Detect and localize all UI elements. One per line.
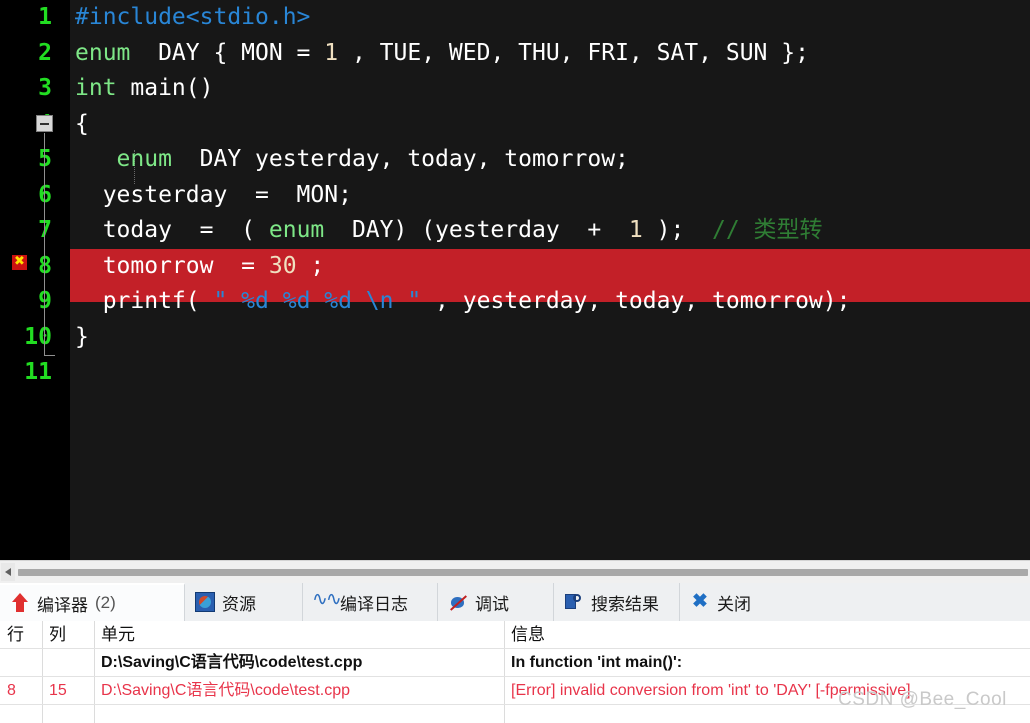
tab-search-results[interactable]: 搜索结果 — [554, 583, 680, 621]
up-arrow-icon — [10, 593, 30, 613]
line-number: 3 — [38, 75, 52, 101]
scrollbar-thumb[interactable] — [18, 569, 1028, 576]
code-line-7[interactable]: today = ( enum DAY) (yesterday + 1 ); //… — [70, 213, 823, 249]
column-divider — [42, 649, 43, 676]
table-row-empty[interactable] — [0, 705, 1030, 723]
line-number: 11 — [24, 359, 52, 385]
tab-compile-log[interactable]: 编译日志 — [303, 583, 438, 621]
column-divider — [504, 677, 505, 704]
fold-toggle-icon[interactable] — [36, 115, 53, 132]
ide-window: 1 2 3 4 5 6 7 8 9 10 11 ✖ #include<stdio… — [0, 0, 1030, 723]
cell-unit: D:\Saving\C语言代码\code\test.cpp — [101, 654, 363, 671]
tab-close[interactable]: ✖ 关闭 — [680, 583, 784, 621]
fold-guide-line — [44, 133, 45, 355]
picture-icon — [195, 592, 215, 612]
tab-close-label: 关闭 — [717, 594, 751, 614]
column-divider — [504, 649, 505, 676]
code-line-6[interactable]: yesterday = MON; — [70, 178, 352, 214]
compiler-results-table[interactable]: 行 列 单元 信息 D:\Saving\C语言代码\code\test.cpp … — [0, 621, 1030, 723]
code-line-5[interactable]: enum DAY yesterday, today, tomorrow; — [70, 142, 629, 178]
code-line-10[interactable]: } — [70, 320, 89, 356]
cell-col: 15 — [49, 682, 67, 699]
cell-msg: [Error] invalid conversion from 'int' to… — [511, 682, 911, 699]
tab-search-results-label: 搜索结果 — [591, 594, 659, 614]
column-divider — [94, 649, 95, 676]
table-row[interactable]: D:\Saving\C语言代码\code\test.cpp In functio… — [0, 649, 1030, 677]
header-col: 列 — [49, 625, 66, 644]
error-marker-icon[interactable]: ✖ — [12, 255, 27, 270]
editor-horizontal-scrollbar[interactable] — [0, 560, 1030, 583]
column-divider — [504, 705, 505, 723]
search-result-icon — [564, 592, 584, 612]
code-line-8[interactable]: tomorrow = 30 ; — [70, 248, 1030, 284]
header-unit: 单元 — [101, 625, 135, 644]
close-icon: ✖ — [692, 591, 708, 612]
header-msg: 信息 — [511, 625, 545, 644]
tab-compile-log-label: 编译日志 — [340, 594, 408, 614]
code-line-1[interactable]: #include<stdio.h> — [70, 0, 310, 36]
tab-debug-label: 调试 — [475, 594, 509, 614]
bottom-panel-tabbar[interactable]: 编译器 (2) 资源 编译日志 调试 搜索结果 ✖ 关闭 — [0, 583, 1030, 622]
column-divider[interactable] — [42, 621, 43, 648]
code-line-3[interactable]: int main() — [70, 71, 213, 107]
column-divider — [42, 705, 43, 723]
code-line-4[interactable]: { — [70, 107, 89, 143]
column-divider — [94, 677, 95, 704]
column-divider[interactable] — [94, 621, 95, 648]
column-divider — [42, 677, 43, 704]
code-editor[interactable]: 1 2 3 4 5 6 7 8 9 10 11 ✖ #include<stdio… — [0, 0, 1030, 560]
cell-line — [0, 649, 42, 676]
tab-resources-label: 资源 — [222, 594, 256, 614]
cell-col — [42, 649, 94, 676]
cell-line: 8 — [7, 682, 16, 699]
cell-msg: In function 'int main()': — [511, 654, 683, 671]
code-line-9[interactable]: printf( " %d %d %d \n " , yesterday, tod… — [70, 284, 851, 320]
bug-icon — [448, 592, 468, 612]
tab-compiler-label: 编译器 — [37, 595, 88, 615]
line-number: 2 — [38, 39, 52, 66]
code-line-11[interactable] — [70, 355, 75, 391]
waveform-icon — [312, 588, 340, 612]
tab-resources[interactable]: 资源 — [185, 583, 303, 621]
scroll-left-arrow-icon[interactable] — [1, 563, 15, 581]
tab-compiler[interactable]: 编译器 (2) — [0, 583, 185, 621]
line-number: 1 — [38, 4, 52, 30]
cell-unit: D:\Saving\C语言代码\code\test.cpp — [101, 682, 350, 699]
column-divider — [94, 705, 95, 723]
table-row[interactable]: 8 15 D:\Saving\C语言代码\code\test.cpp [Erro… — [0, 677, 1030, 705]
header-line: 行 — [7, 625, 24, 644]
code-line-2[interactable]: enum DAY { MON = 1 , TUE, WED, THU, FRI,… — [70, 36, 809, 72]
scrollbar-track[interactable] — [18, 569, 1028, 576]
table-header-row: 行 列 单元 信息 — [0, 621, 1030, 649]
fold-guide-foot — [44, 355, 55, 356]
tab-debug[interactable]: 调试 — [438, 583, 554, 621]
column-divider[interactable] — [504, 621, 505, 648]
tab-compiler-count: (2) — [95, 593, 116, 612]
